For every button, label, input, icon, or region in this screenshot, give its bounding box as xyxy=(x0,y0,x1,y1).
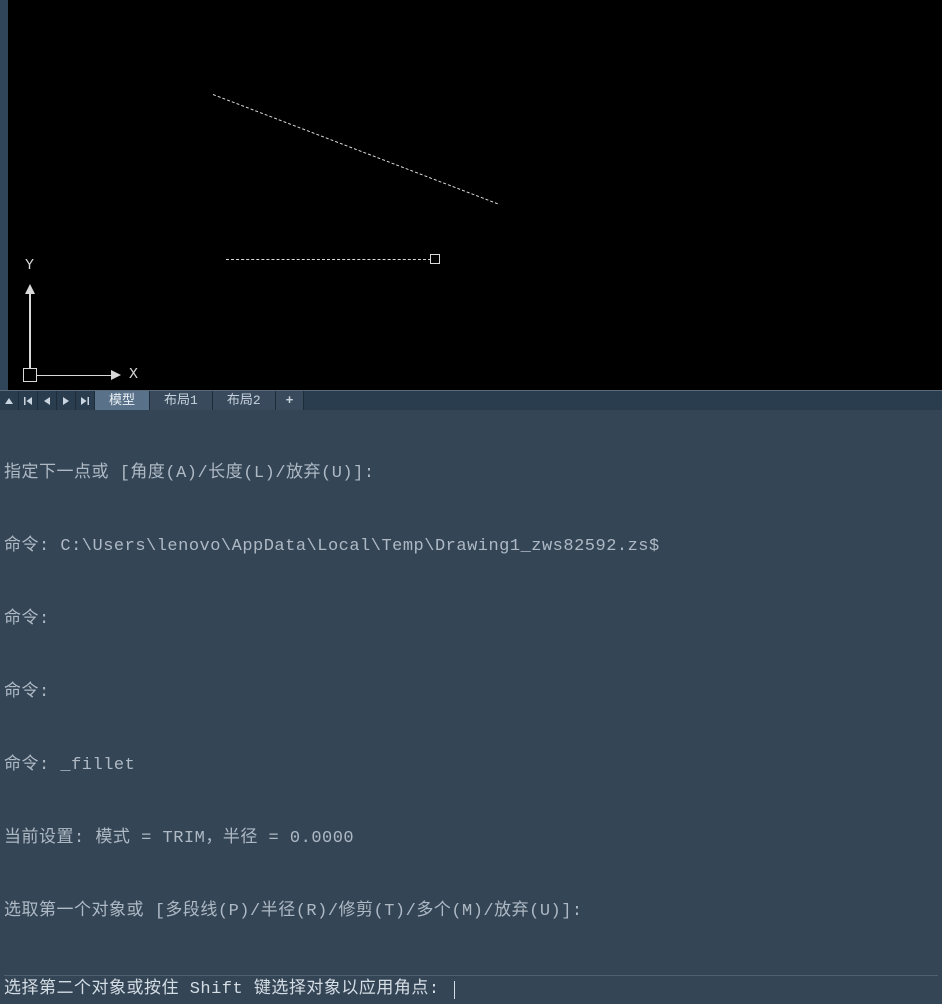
tab-nav-first[interactable] xyxy=(19,391,38,410)
ucs-y-label: Y xyxy=(25,257,34,274)
cursor-pickbox xyxy=(430,254,440,264)
ucs-y-arrow xyxy=(25,284,35,294)
layout-tab-bar: 模型 布局1 布局2 + xyxy=(0,390,942,410)
drawing-line-2[interactable] xyxy=(226,259,431,260)
tab-model[interactable]: 模型 xyxy=(95,391,150,410)
cmd-line: 当前设置: 模式 = TRIM，半径 = 0.0000 xyxy=(4,827,938,852)
command-panel: 指定下一点或 [角度(A)/长度(L)/放弃(U)]: 命令: C:\Users… xyxy=(0,410,942,1004)
command-history: 指定下一点或 [角度(A)/长度(L)/放弃(U)]: 命令: C:\Users… xyxy=(4,414,938,973)
ucs-y-axis xyxy=(29,288,31,368)
cmd-line: 命令: C:\Users\lenovo\AppData\Local\Temp\D… xyxy=(4,535,938,560)
drawing-line-1[interactable] xyxy=(213,94,498,204)
tab-nav-up[interactable] xyxy=(0,391,19,410)
ucs-icon[interactable]: X Y xyxy=(23,272,133,382)
ucs-x-arrow xyxy=(111,370,121,380)
tab-layout1[interactable]: 布局1 xyxy=(150,391,213,410)
ucs-origin-box xyxy=(23,368,37,382)
text-cursor xyxy=(454,981,455,999)
cmd-line: 命令: xyxy=(4,681,938,706)
cmd-line: 指定下一点或 [角度(A)/长度(L)/放弃(U)]: xyxy=(4,462,938,487)
tab-nav-next[interactable] xyxy=(57,391,76,410)
ucs-x-axis xyxy=(37,375,117,377)
command-input-row[interactable]: 选择第二个对象或按住 Shift 键选择对象以应用角点: xyxy=(4,975,938,1002)
ucs-x-label: X xyxy=(129,366,138,383)
cmd-line: 命令: xyxy=(4,608,938,633)
command-prompt: 选择第二个对象或按住 Shift 键选择对象以应用角点: xyxy=(4,978,450,1002)
tab-nav-prev[interactable] xyxy=(38,391,57,410)
tab-nav-last[interactable] xyxy=(76,391,95,410)
tab-layout2[interactable]: 布局2 xyxy=(213,391,276,410)
cmd-line: 命令: _fillet xyxy=(4,754,938,779)
drawing-canvas[interactable]: X Y xyxy=(0,0,942,390)
tab-add-layout[interactable]: + xyxy=(276,391,305,410)
cmd-line: 选取第一个对象或 [多段线(P)/半径(R)/修剪(T)/多个(M)/放弃(U)… xyxy=(4,900,938,925)
